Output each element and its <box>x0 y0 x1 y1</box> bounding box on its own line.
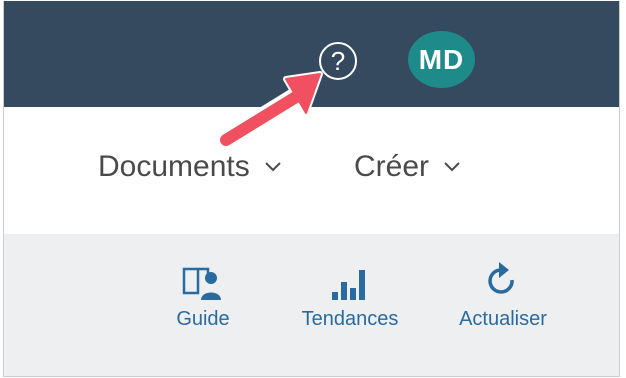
guide-label: Guide <box>176 308 230 330</box>
trends-label: Tendances <box>301 308 399 330</box>
create-menu-label: Créer <box>354 150 430 183</box>
guide-button[interactable]: Guide <box>170 256 236 331</box>
refresh-icon <box>488 262 514 294</box>
shell-bar: ? MD <box>4 1 619 107</box>
trends-button[interactable]: Tendances <box>294 256 406 331</box>
toolbar: Guide Tendances Actualiser <box>4 234 619 376</box>
guide-icon <box>182 267 221 300</box>
documents-menu-label: Documents <box>98 150 250 183</box>
chevron-down-icon <box>265 162 281 172</box>
user-avatar[interactable]: MD <box>408 31 475 88</box>
bar-chart-icon <box>332 270 365 300</box>
app-window: ? MD Documents Créer Guide Tendances Act… <box>3 1 620 377</box>
menu-bar: Documents Créer <box>4 107 619 234</box>
help-button[interactable]: ? <box>319 42 357 80</box>
documents-menu[interactable]: Documents <box>98 147 282 187</box>
refresh-label: Actualiser <box>459 308 547 330</box>
chevron-down-icon <box>444 162 460 172</box>
refresh-button[interactable]: Actualiser <box>450 256 556 331</box>
create-menu[interactable]: Créer <box>354 147 461 187</box>
